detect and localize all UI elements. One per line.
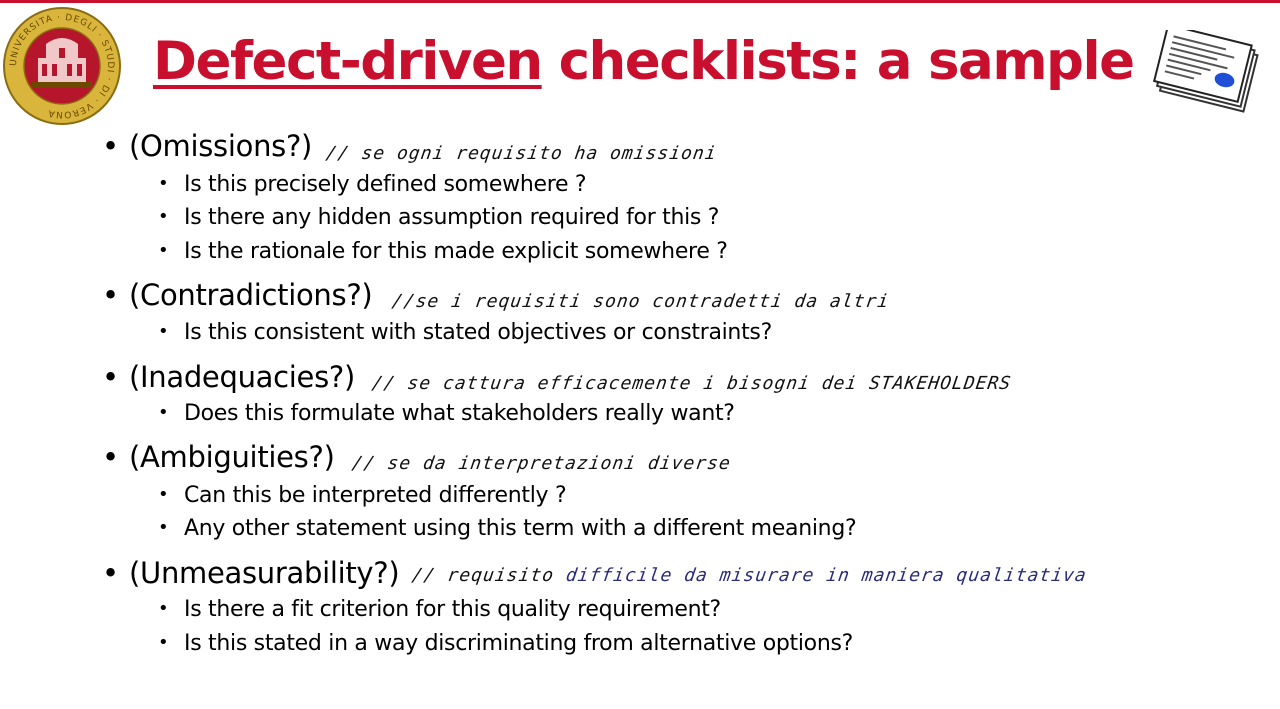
list-item-text: Is there any hidden assumption required … (184, 205, 720, 230)
list-item: • Does this formulate what stakeholders r… (158, 398, 735, 429)
bullet-icon: • (158, 321, 169, 342)
bullet-icon: • (158, 598, 169, 619)
list-item-text: Is this precisely defined somewhere ? (184, 172, 587, 197)
checklist: • (Omissions?) // se ogni requisito ha om… (0, 0, 1280, 709)
list-item: • Is the rationale for this made explicit… (158, 236, 728, 267)
list-item-text: Any other statement using this term with… (184, 516, 857, 541)
list-item-text: Is there a fit criterion for this qualit… (184, 597, 721, 622)
handwritten-note-omissions: // se ogni requisito ha omissioni (324, 143, 719, 164)
bullet-icon: • (158, 632, 169, 653)
section-heading-text: (Unmeasurability?) (129, 556, 400, 590)
bullet-icon: • (102, 278, 119, 312)
section-heading-ambiguities: • (Ambiguities?) (102, 439, 335, 475)
list-item-text: Is this consistent with stated objective… (184, 320, 772, 345)
bullet-icon: • (102, 440, 119, 474)
section-heading-unmeasurability: • (Unmeasurability?) (102, 555, 400, 591)
bullet-icon: • (102, 556, 119, 590)
section-heading-inadequacies: • (Inadequacies?) (102, 359, 355, 395)
bullet-icon: • (158, 402, 169, 423)
handwritten-note-part1: // requisito (410, 565, 556, 586)
list-item: • Is this precisely defined somewhere ? (158, 169, 587, 200)
bullet-icon: • (158, 484, 169, 505)
section-heading-text: (Contradictions?) (129, 278, 373, 312)
section-heading-text: (Omissions?) (129, 129, 313, 163)
bullet-icon: • (102, 129, 119, 163)
handwritten-note-unmeasurability: // requisito difficile da misurare in ma… (410, 564, 1089, 588)
handwritten-note-contradictions: //se i requisiti sono contradetti da alt… (390, 291, 891, 312)
section-heading-omissions: • (Omissions?) (102, 128, 312, 164)
handwritten-note-ambiguities: // se da interpretazioni diverse (350, 453, 733, 474)
list-item: • Is this consistent with stated objectiv… (158, 317, 772, 348)
list-item-text: Is the rationale for this made explicit … (184, 239, 728, 264)
bullet-icon: • (158, 173, 169, 194)
section-heading-contradictions: • (Contradictions?) (102, 277, 373, 313)
list-item: • Is there a fit criterion for this quali… (158, 594, 721, 625)
bullet-icon: • (102, 360, 119, 394)
list-item-text: Is this stated in a way discriminating f… (184, 631, 853, 656)
list-item: • Any other statement using this term wit… (158, 513, 857, 544)
list-item-text: Does this formulate what stakeholders re… (184, 401, 735, 426)
bullet-icon: • (158, 240, 169, 261)
handwritten-note-inadequacies: // se cattura efficacemente i bisogni de… (370, 373, 1013, 394)
list-item-text: Can this be interpreted differently ? (184, 483, 567, 508)
handwritten-note-part2: difficile da misurare in maniera qualita… (564, 565, 1089, 586)
section-heading-text: (Inadequacies?) (129, 360, 355, 394)
section-heading-text: (Ambiguities?) (129, 440, 335, 474)
list-item: • Is this stated in a way discriminating … (158, 628, 853, 659)
list-item: • Is there any hidden assumption required… (158, 202, 719, 233)
bullet-icon: • (158, 206, 169, 227)
list-item: • Can this be interpreted differently ? (158, 480, 567, 511)
bullet-icon: • (158, 517, 169, 538)
